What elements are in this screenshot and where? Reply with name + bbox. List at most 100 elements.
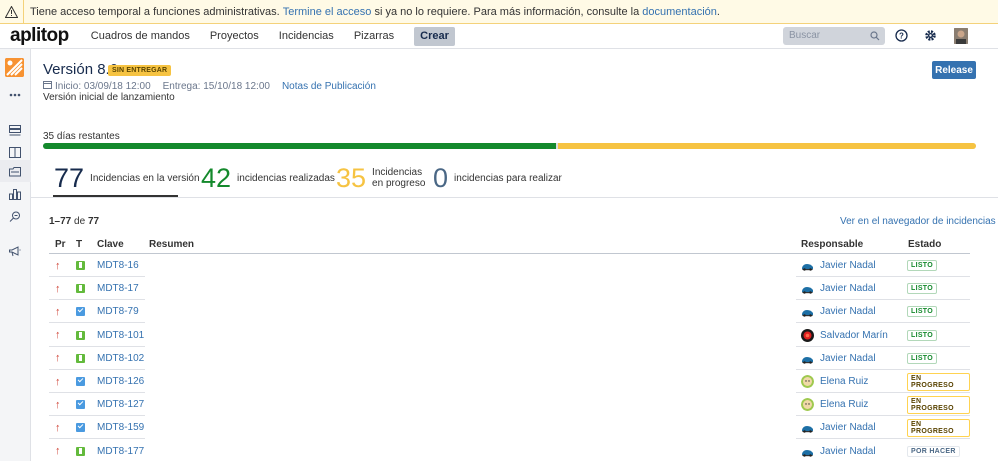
issue-key-link[interactable]: MDT8-177	[97, 440, 144, 461]
assignee[interactable]: Javier Nadal	[801, 277, 876, 300]
stat-issues-done[interactable]: 42 incidencias realizadas	[201, 164, 335, 192]
user-avatar[interactable]	[954, 28, 968, 44]
issue-key-link[interactable]: MDT8-102	[97, 347, 144, 370]
project-avatar[interactable]	[5, 58, 24, 77]
table-row[interactable]: ↑ MDT8-102 Javier Nadal LISTO	[49, 347, 970, 370]
assignee-avatar	[801, 444, 814, 458]
svg-text:?: ?	[899, 32, 904, 41]
assignee[interactable]: Javier Nadal	[801, 440, 876, 461]
create-button[interactable]: Crear	[414, 26, 455, 46]
issue-key-link[interactable]: MDT8-127	[97, 393, 144, 416]
issue-type-icon	[76, 277, 85, 300]
priority-high-icon: ↑	[55, 352, 61, 365]
issue-key-link[interactable]: MDT8-101	[97, 324, 144, 347]
issue-type-icon	[76, 300, 85, 323]
table-row[interactable]: ↑ MDT8-126 Elena Ruiz EN PROGRESO	[49, 370, 970, 393]
status-lozenge: LISTO	[907, 324, 937, 347]
assignee-avatar	[801, 259, 814, 272]
assignee[interactable]: Salvador Marín	[801, 324, 888, 347]
stat-issues-todo[interactable]: 0 incidencias para realizar	[433, 164, 562, 192]
issue-key-link[interactable]: MDT8-17	[97, 277, 139, 300]
assignee-name: Elena Ruiz	[820, 376, 869, 387]
assignee[interactable]: Javier Nadal	[801, 254, 876, 277]
story-type-icon	[76, 330, 85, 340]
priority-high-icon: ↑	[55, 445, 61, 458]
nav-issues[interactable]: Incidencias	[269, 30, 344, 42]
assignee-name: Javier Nadal	[820, 260, 876, 271]
assignee-avatar	[801, 305, 814, 319]
issue-key-link[interactable]: MDT8-126	[97, 370, 144, 393]
table-row[interactable]: ↑ MDT8-159 Javier Nadal EN PROGRESO	[49, 416, 970, 440]
release-button[interactable]: Release	[932, 61, 976, 79]
header-summary[interactable]: Resumen	[149, 239, 194, 250]
stat-issues-in-progress-label: Incidencias en progreso	[372, 167, 425, 189]
megaphone-icon[interactable]	[7, 243, 23, 259]
issue-key-link[interactable]: MDT8-159	[97, 416, 144, 439]
releases-icon[interactable]	[7, 163, 23, 179]
help-icon[interactable]: ?	[895, 29, 908, 45]
issue-key-link[interactable]: MDT8-16	[97, 254, 139, 277]
issues-search-icon[interactable]	[7, 208, 23, 224]
status-badge: LISTO	[907, 306, 937, 318]
assignee-avatar	[801, 282, 814, 296]
due-date: Entrega: 15/10/18 12:00	[162, 80, 270, 92]
nav-dashboards[interactable]: Cuadros de mandos	[83, 30, 200, 42]
more-icon[interactable]	[7, 87, 23, 103]
release-notes-link[interactable]: Notas de Publicación	[282, 81, 376, 92]
stat-issues-in-progress-value: 35	[336, 163, 367, 193]
issue-navigator-link[interactable]: Ver en el navegador de incidencias	[840, 216, 996, 227]
nav-projects[interactable]: Proyectos	[200, 30, 269, 42]
assignee-avatar	[801, 421, 814, 435]
issue-key-link[interactable]: MDT8-79	[97, 300, 139, 323]
status-badge: LISTO	[907, 329, 937, 341]
stat-issues-in-version[interactable]: 77 Incidencias en la versión	[54, 164, 200, 192]
issue-type-icon	[76, 393, 85, 416]
nav-boards[interactable]: Pizarras	[344, 30, 404, 42]
table-row[interactable]: ↑ MDT8-16 Javier Nadal LISTO	[49, 254, 970, 277]
assignee-name: Javier Nadal	[820, 283, 876, 295]
assignee[interactable]: Javier Nadal	[801, 416, 876, 439]
top-navigation: aplitop Cuadros de mandos Proyectos Inci…	[0, 24, 998, 49]
calendar-icon	[43, 80, 52, 92]
board-icon[interactable]	[7, 144, 23, 160]
count-of: de	[74, 216, 86, 227]
documentation-link[interactable]: documentación	[642, 6, 717, 18]
banner-text-2: si ya no lo requiere. Para más informaci…	[374, 5, 640, 18]
reports-icon[interactable]	[7, 186, 23, 202]
table-row[interactable]: ↑ MDT8-101 Salvador Marín LISTO	[49, 324, 970, 347]
version-description: Versión inicial de lanzamiento	[43, 92, 175, 103]
table-row[interactable]: ↑ MDT8-17 Javier Nadal LISTO	[49, 277, 970, 301]
header-priority[interactable]: Pr	[55, 239, 66, 250]
status-badge: EN PROGRESO	[907, 395, 970, 414]
banner-text-3: .	[716, 5, 720, 18]
search-input[interactable]: Buscar	[783, 27, 885, 45]
table-row[interactable]: ↑ MDT8-177 Javier Nadal POR HACER	[49, 440, 970, 461]
warning-icon	[0, 0, 24, 24]
table-row[interactable]: ↑ MDT8-79 Javier Nadal LISTO	[49, 300, 970, 324]
status-badge: LISTO	[907, 352, 937, 364]
header-key[interactable]: Clave	[97, 239, 124, 250]
priority-high-icon: ↑	[55, 421, 61, 434]
issue-type-icon	[76, 416, 85, 439]
priority-high-icon: ↑	[55, 398, 61, 411]
assignee[interactable]: Elena Ruiz	[801, 370, 868, 393]
stat-issues-in-progress[interactable]: 35 Incidencias en progreso	[336, 164, 425, 192]
priority-high-icon: ↑	[55, 305, 61, 318]
status-lozenge: POR HACER	[907, 440, 960, 461]
backlog-icon[interactable]	[7, 122, 23, 138]
stat-issues-done-label: incidencias realizadas	[237, 172, 335, 184]
progress-in-progress-segment	[558, 143, 976, 149]
header-assignee[interactable]: Responsable	[801, 239, 863, 250]
header-status[interactable]: Estado	[908, 239, 941, 250]
search-icon	[870, 30, 880, 48]
assignee[interactable]: Javier Nadal	[801, 347, 876, 370]
status-badge: LISTO	[907, 283, 937, 295]
assignee[interactable]: Javier Nadal	[801, 300, 876, 323]
assignee[interactable]: Elena Ruiz	[801, 393, 868, 416]
gear-icon[interactable]	[924, 29, 937, 45]
table-row[interactable]: ↑ MDT8-127 Elena Ruiz EN PROGRESO	[49, 393, 970, 417]
header-type[interactable]: T	[76, 239, 82, 250]
app-logo[interactable]: aplitop	[10, 25, 69, 47]
story-type-icon	[76, 446, 85, 456]
end-access-link[interactable]: Termine el acceso	[283, 6, 372, 18]
